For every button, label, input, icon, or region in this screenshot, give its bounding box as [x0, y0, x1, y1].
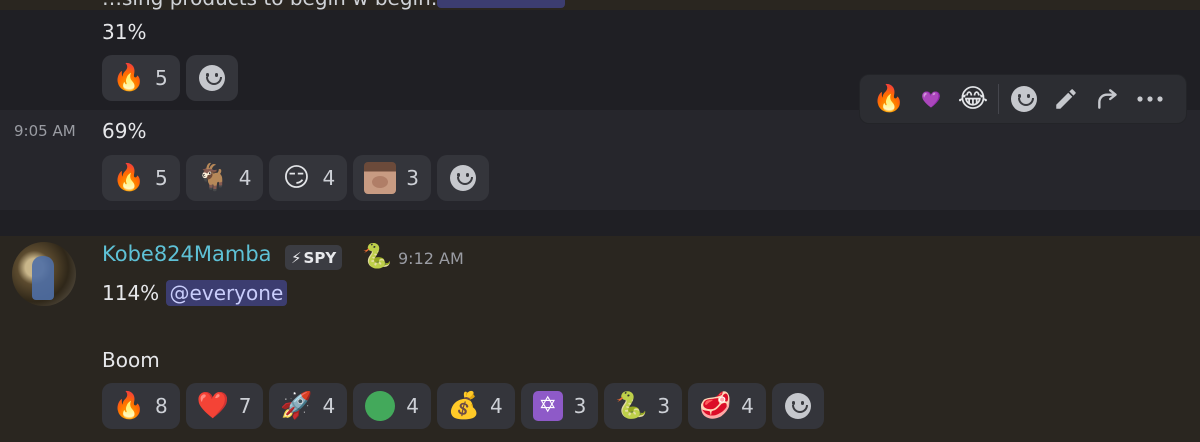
reaction-count: 4	[238, 166, 252, 190]
message-text: 114%	[102, 281, 160, 305]
cutoff-mention	[437, 0, 565, 8]
reaction-fire[interactable]: 🔥 5	[102, 155, 180, 201]
custom-face-icon	[363, 161, 397, 195]
add-reaction-button[interactable]	[771, 383, 824, 429]
reaction-count: 3	[406, 166, 419, 190]
reaction-count: 5	[155, 66, 168, 90]
steak-icon: 🥩	[698, 391, 732, 421]
snake-icon: 🐍	[362, 242, 392, 270]
message-timestamp: 9:12 AM	[398, 249, 464, 268]
reaction-custom-face[interactable]: 3	[353, 155, 431, 201]
reaction-heart[interactable]: ❤️ 7	[185, 383, 264, 429]
fire-icon: 🔥	[112, 163, 146, 193]
reaction-bar: 🔥 8 ❤️ 7 🚀 4 4 💰 4 ✡ 3 🐍 3 🥩 4	[102, 383, 824, 429]
reaction-count: 4	[406, 394, 419, 418]
add-reaction-icon	[449, 165, 476, 191]
reaction-steak[interactable]: 🥩 4	[688, 383, 766, 429]
role-badge[interactable]: ⚡ SPY	[285, 245, 343, 270]
reaction-bar: 🔥 5 🐐 4 😏 4 3	[102, 155, 489, 201]
quick-react-fire[interactable]: 🔥	[868, 78, 910, 120]
quick-react-joy[interactable]: 😂	[952, 78, 994, 120]
reaction-count: 4	[741, 394, 754, 418]
money-bag-icon: 💰	[447, 391, 481, 421]
smirk-face-icon: 😏	[282, 163, 311, 193]
message-text: 69%	[102, 119, 147, 143]
heart-icon: ❤️	[196, 391, 229, 421]
snake-icon: 🐍	[615, 391, 648, 421]
reaction-rocket[interactable]: 🚀 4	[269, 383, 348, 429]
reaction-count: 4	[322, 394, 336, 418]
reaction-money-bag[interactable]: 💰 4	[436, 383, 515, 429]
message-hover-toolbar: 🔥 💜 😂	[859, 74, 1187, 124]
reaction-star-of-david[interactable]: ✡ 3	[520, 383, 599, 429]
reaction-bar: 🔥 5	[102, 55, 238, 101]
star-of-david-icon: ✡	[531, 389, 565, 423]
reaction-fire[interactable]: 🔥 8	[102, 383, 180, 429]
avatar[interactable]	[12, 242, 76, 306]
message-line-2: Boom	[102, 348, 160, 372]
lightning-icon: ⚡	[291, 248, 302, 267]
goat-icon: 🐐	[196, 163, 229, 193]
reaction-count: 8	[155, 394, 168, 418]
reaction-count: 3	[657, 394, 671, 418]
reaction-count: 4	[322, 166, 336, 190]
message-text: 31%	[102, 20, 147, 44]
message-timestamp: 9:05 AM	[14, 122, 76, 140]
reaction-green-circle[interactable]: 4	[353, 383, 431, 429]
previous-message-cutoff: …sing products to begin w begin…	[0, 0, 1200, 10]
add-reaction-icon[interactable]	[1003, 78, 1045, 120]
quick-react-purple-heart[interactable]: 💜	[910, 78, 952, 120]
add-reaction-icon	[784, 393, 811, 419]
add-reaction-button[interactable]	[436, 155, 489, 201]
more-options-icon[interactable]	[1129, 78, 1171, 120]
cutoff-text: …sing products to begin w begin…	[102, 0, 451, 10]
reaction-fire[interactable]: 🔥 5	[102, 55, 180, 101]
edit-icon[interactable]	[1045, 78, 1087, 120]
reaction-smirk[interactable]: 😏 4	[269, 155, 348, 201]
username[interactable]: Kobe824Mamba	[102, 242, 272, 266]
reaction-count: 4	[489, 394, 503, 418]
fire-icon: 🔥	[112, 391, 146, 421]
message-separator	[0, 210, 1200, 236]
add-reaction-icon	[198, 65, 225, 91]
forward-icon[interactable]	[1087, 78, 1129, 120]
reaction-goat[interactable]: 🐐 4	[185, 155, 264, 201]
reaction-snake[interactable]: 🐍 3	[604, 383, 683, 429]
reaction-count: 3	[573, 394, 587, 418]
rocket-icon: 🚀	[280, 391, 313, 421]
fire-icon: 🔥	[112, 63, 146, 93]
reaction-count: 5	[155, 166, 168, 190]
message-line-1: 114% @everyone	[102, 280, 288, 306]
everyone-mention[interactable]: @everyone	[165, 280, 288, 306]
badge-label: SPY	[303, 248, 337, 267]
reaction-count: 7	[238, 394, 252, 418]
toolbar-divider	[998, 84, 999, 114]
add-reaction-button[interactable]	[185, 55, 238, 101]
green-circle-icon	[363, 389, 397, 423]
